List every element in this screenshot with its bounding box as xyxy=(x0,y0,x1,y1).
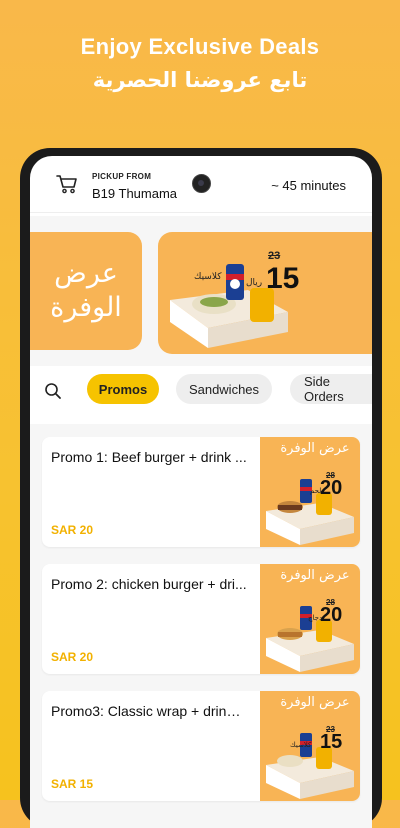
image-price: 15 xyxy=(320,731,343,753)
pickup-label: PICKUP FROM xyxy=(92,172,152,181)
tab-side-orders[interactable]: Side Orders xyxy=(290,374,372,404)
app-screen: PICKUP FROM B19 Thumama ~ 45 minutes عرض… xyxy=(30,156,372,828)
search-icon[interactable] xyxy=(44,382,62,400)
hero-subtitle: تابع عروضنا الحصرية xyxy=(92,68,308,92)
promo-banner-carousel[interactable]: عرض الوفرة 23 15 ريال كلاسيك xyxy=(30,216,372,366)
cart-icon[interactable] xyxy=(56,174,78,194)
menu-item-card[interactable]: Promo 1: Beef burger + drink ... SAR 20 … xyxy=(42,437,360,547)
menu-item-card[interactable]: Promo 2: chicken burger + dri... SAR 20 … xyxy=(42,564,360,674)
eta-text: ~ 45 minutes xyxy=(271,178,346,193)
menu-item-title: Promo 1: Beef burger + drink ... xyxy=(51,449,247,465)
combo-meal-image xyxy=(170,264,288,348)
menu-item-image: عرض الوفرة 28 20 لحم xyxy=(260,437,360,547)
menu-list[interactable]: Promo 1: Beef burger + drink ... SAR 20 … xyxy=(30,424,372,828)
menu-item-card[interactable]: Promo3: Classic wrap + drink ... SAR 15 … xyxy=(42,691,360,801)
menu-item-title: Promo3: Classic wrap + drink ... xyxy=(51,703,247,719)
image-price: 20 xyxy=(320,604,343,626)
menu-item-price: SAR 20 xyxy=(51,650,94,664)
menu-item-image: عرض الوفرة 28 20 دجاج xyxy=(260,564,360,674)
front-camera xyxy=(192,174,211,193)
banner-old-price: 23 xyxy=(268,250,281,262)
menu-item-price: SAR 20 xyxy=(51,523,94,537)
tab-sandwiches[interactable]: Sandwiches xyxy=(176,374,272,404)
menu-item-title: Promo 2: chicken burger + dri... xyxy=(51,576,247,592)
banner-currency: ريال xyxy=(246,278,263,288)
promo-banner-right[interactable]: 23 15 ريال كلاسيك xyxy=(158,232,372,354)
promo-banner-left[interactable]: عرض الوفرة xyxy=(30,232,142,350)
menu-item-price: SAR 15 xyxy=(51,777,94,791)
image-headline: عرض الوفرة xyxy=(280,441,350,456)
banner-item-name: كلاسيك xyxy=(194,272,222,282)
image-item-name: دجاج xyxy=(308,614,323,622)
tab-promos[interactable]: Promos xyxy=(87,374,159,404)
image-price: 20 xyxy=(320,477,343,499)
pickup-location[interactable]: B19 Thumama xyxy=(92,186,177,201)
phone-frame: PICKUP FROM B19 Thumama ~ 45 minutes عرض… xyxy=(20,148,382,828)
image-item-name: كلاسيك xyxy=(290,741,312,749)
image-headline: عرض الوفرة xyxy=(280,695,350,710)
banner-price: 15 xyxy=(266,262,300,295)
banner-left-text: عرض الوفرة xyxy=(50,258,122,323)
menu-item-image: عرض الوفرة 23 15 كلاسيك xyxy=(260,691,360,801)
image-item-name: لحم xyxy=(310,487,322,495)
hero-title: Enjoy Exclusive Deals xyxy=(80,34,320,59)
image-headline: عرض الوفرة xyxy=(280,568,350,583)
